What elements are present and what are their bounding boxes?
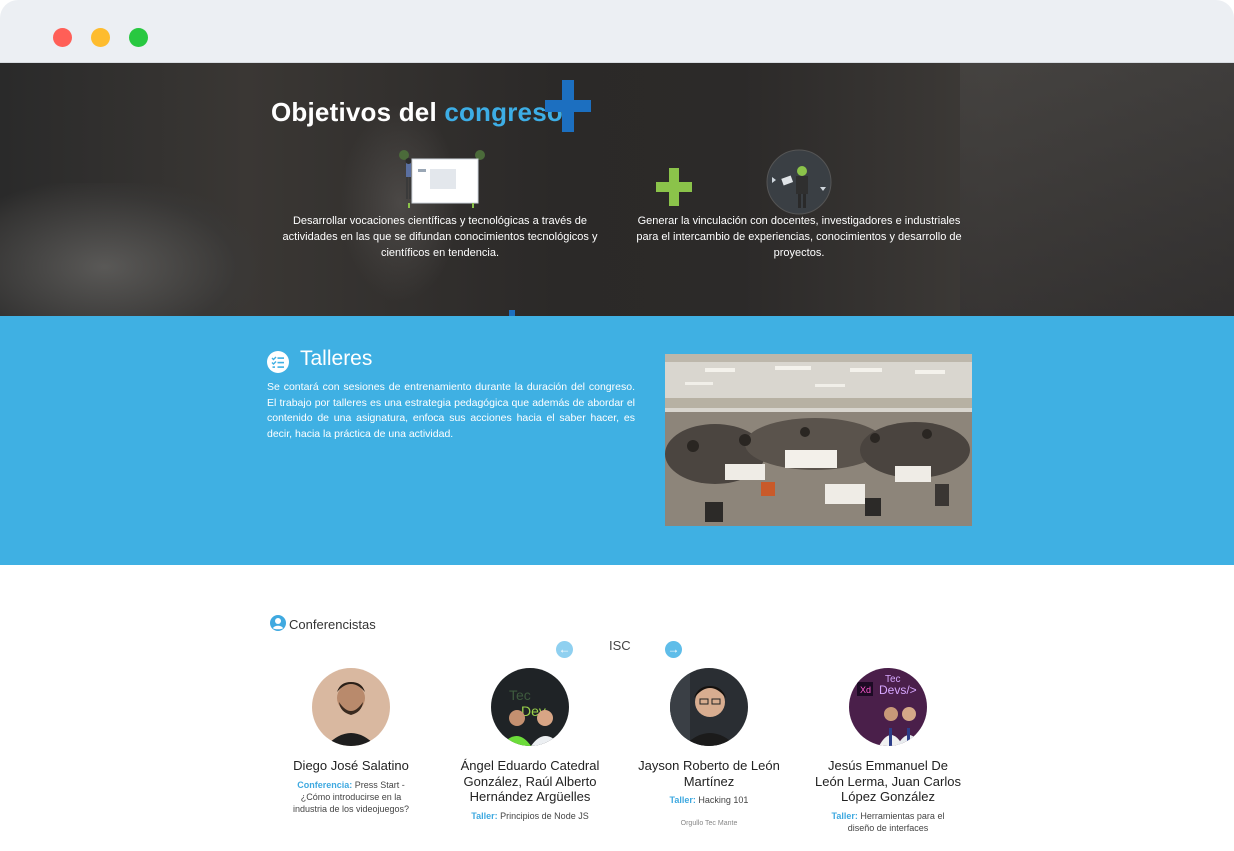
carousel-prev-button[interactable]: ← xyxy=(556,641,573,658)
plus-decoration-icon xyxy=(545,80,591,132)
talleres-description: Se contará con sesiones de entrenamiento… xyxy=(267,381,635,440)
title-prefix: Objetivos del xyxy=(271,97,437,127)
workshop-photo xyxy=(665,354,972,526)
speaker-card[interactable]: Tec Devs/> Xd Jesús Emmanuel De León Ler… xyxy=(813,668,963,834)
session-topic: Hacking 101 xyxy=(698,795,749,805)
speaker-avatar: Tec Devs/> Xd xyxy=(849,668,927,746)
section-title: Objetivos del congreso xyxy=(271,97,563,128)
speaker-note: Orgullo Tec Mante xyxy=(680,820,738,827)
session-type: Conferencia: xyxy=(297,779,353,790)
speaker-avatar xyxy=(312,668,390,746)
session-type: Taller: xyxy=(471,810,498,821)
speaker-card[interactable]: Jayson Roberto de León Martínez Taller: … xyxy=(634,668,784,827)
user-circle-icon xyxy=(270,615,286,631)
minimize-window-button[interactable] xyxy=(91,28,110,47)
speaker-session: Taller: Hacking 101 xyxy=(634,794,784,806)
svg-text:Xd: Xd xyxy=(860,685,871,695)
session-topic: Principios de Node JS xyxy=(500,810,589,821)
talleres-title: Talleres xyxy=(300,347,373,370)
speaker-name: Ángel Eduardo Catedral González, Raúl Al… xyxy=(460,758,600,804)
checklist-icon xyxy=(267,351,289,373)
speaker-session: Taller: Principios de Node JS xyxy=(455,810,605,822)
speaker-card[interactable]: Tec Dev Ángel Eduardo Catedral González,… xyxy=(455,668,605,822)
conferencistas-title: Conferencistas xyxy=(289,617,376,632)
talleres-section: Talleres Se contará con sesiones de entr… xyxy=(0,316,1234,565)
speaker-avatar: Tec Dev xyxy=(491,668,569,746)
window-chrome xyxy=(0,0,1234,63)
carousel-label: ISC xyxy=(609,638,631,653)
session-topic: Herramientas para el diseño de interface… xyxy=(847,810,945,833)
speaker-session: Taller: Herramientas para el diseño de i… xyxy=(813,810,963,834)
close-window-button[interactable] xyxy=(53,28,72,47)
speaker-name: Jayson Roberto de León Martínez xyxy=(638,758,780,789)
speaker-card[interactable]: Diego José Salatino Conferencia: Press S… xyxy=(276,668,426,815)
speaker-name: Jesús Emmanuel De León Lerma, Juan Carlo… xyxy=(815,758,961,804)
svg-text:Devs/>: Devs/> xyxy=(879,683,917,697)
green-plus-decoration-icon xyxy=(656,168,692,206)
objective-text-2: Generar la vinculación con docentes, inv… xyxy=(636,215,962,259)
maximize-window-button[interactable] xyxy=(129,28,148,47)
session-type: Taller: xyxy=(669,795,696,805)
presentation-board-icon xyxy=(399,150,485,208)
carousel-next-button[interactable]: → xyxy=(665,641,682,658)
background-photo-right xyxy=(960,63,1234,316)
objectives-section: Objetivos del congreso Desarrollar vocac… xyxy=(0,63,1234,316)
svg-text:Tec: Tec xyxy=(509,687,531,703)
collaboration-icon xyxy=(766,149,832,215)
speaker-avatar xyxy=(670,668,748,746)
session-type: Taller: xyxy=(831,810,858,821)
objective-text-1: Desarrollar vocaciones científicas y tec… xyxy=(282,215,598,259)
speaker-session: Conferencia: Press Start - ¿Cómo introdu… xyxy=(276,779,426,815)
speaker-name: Diego José Salatino xyxy=(293,758,409,773)
background-photo xyxy=(0,183,260,316)
